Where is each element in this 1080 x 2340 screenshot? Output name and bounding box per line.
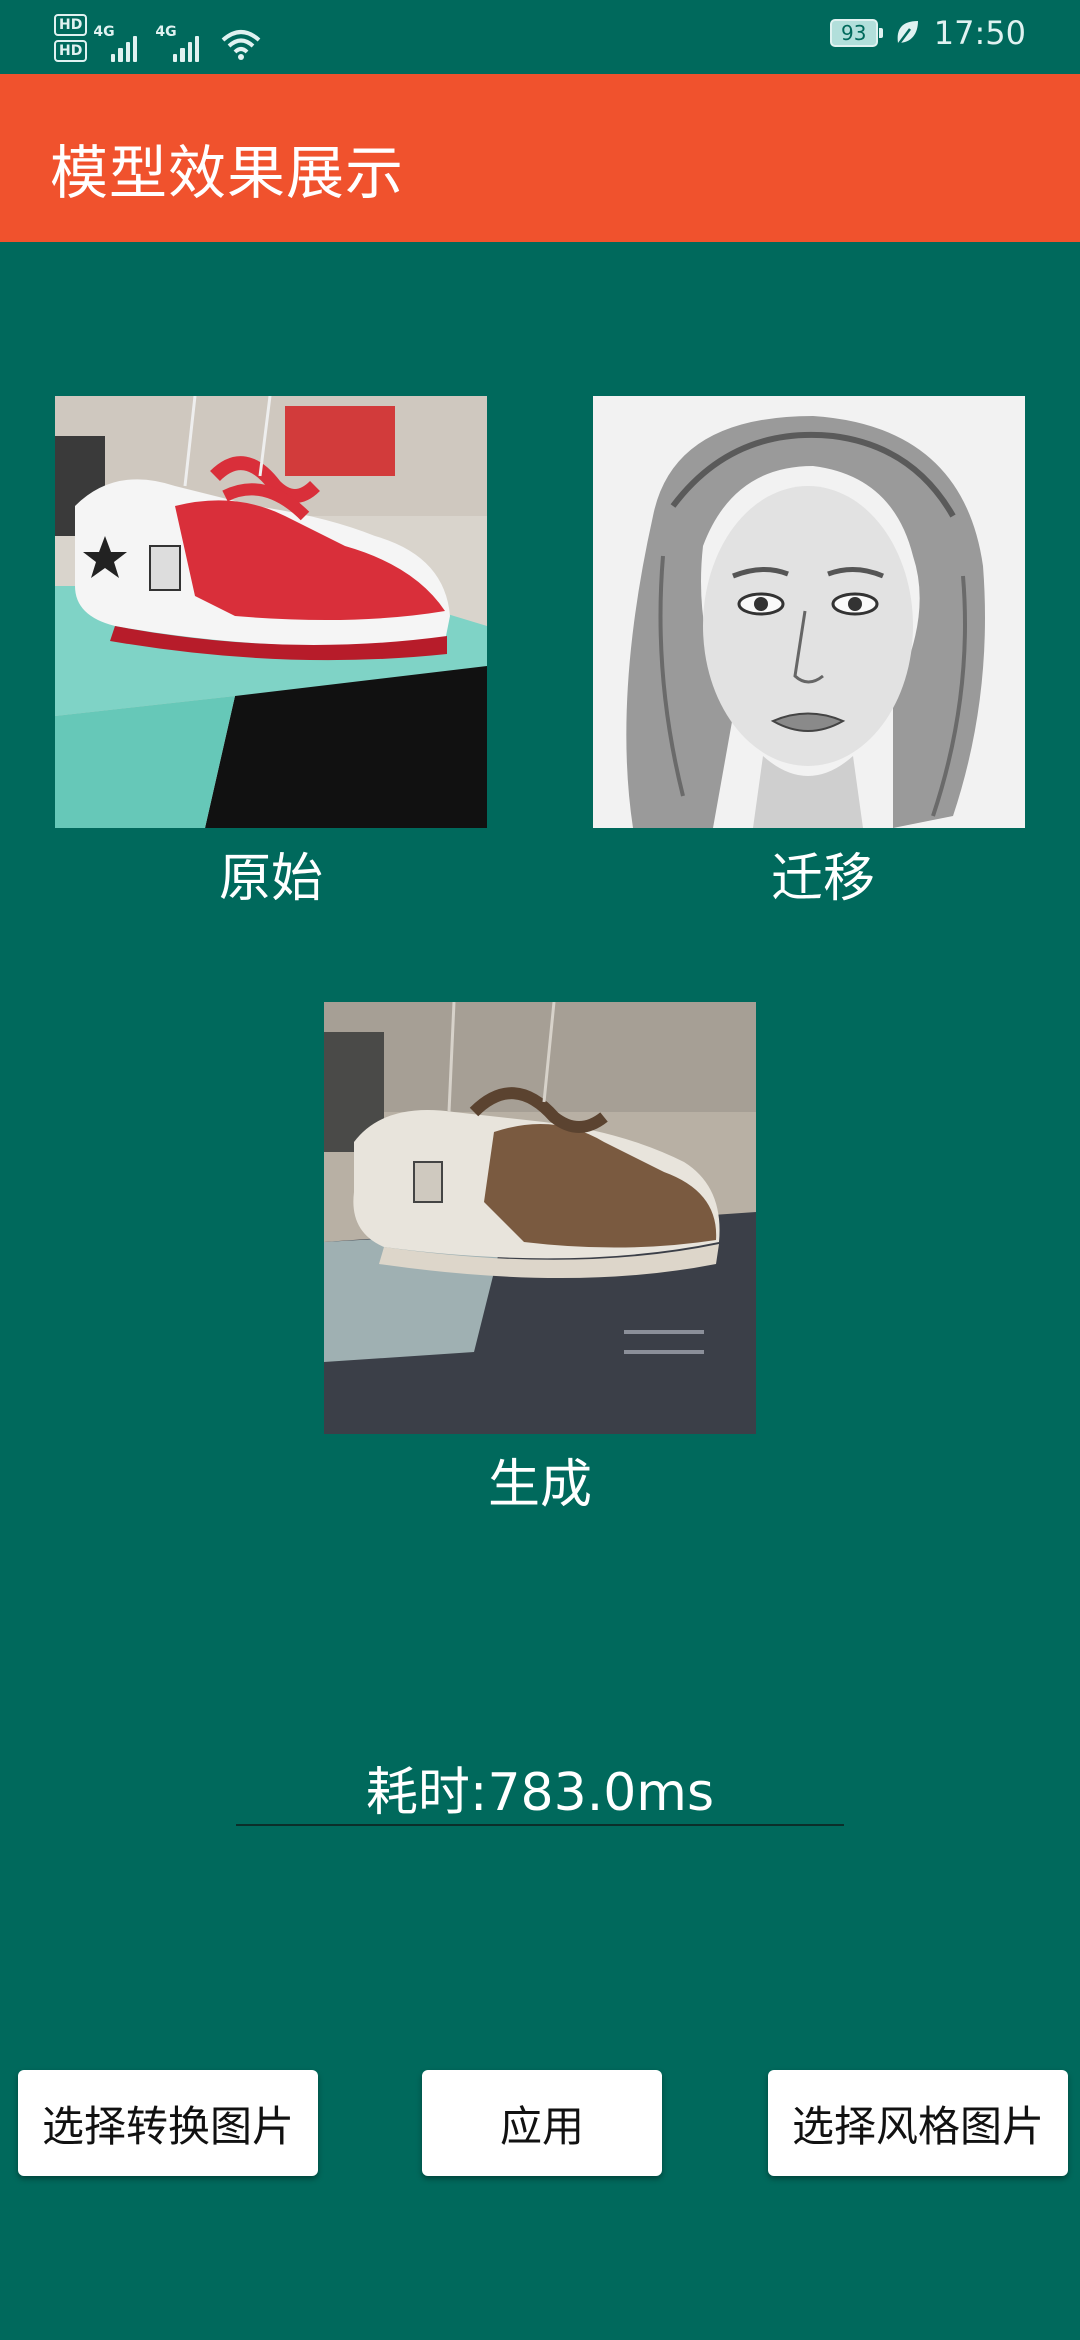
style-label: 迁移 [770, 849, 875, 909]
select-style-image-label: 选择风格图片 [791, 2101, 1044, 2151]
hd-indicators: HD HD [54, 14, 88, 62]
hd-badge: HD [54, 14, 88, 36]
hd-badge: HD [54, 40, 88, 62]
stylized-sneaker [324, 1002, 756, 1434]
page-title: 模型效果展示 [50, 139, 405, 207]
wifi-icon [221, 28, 261, 62]
status-clock: 17:50 [933, 14, 1026, 52]
apply-button[interactable]: 应用 [422, 2070, 662, 2176]
apply-label: 应用 [499, 2101, 584, 2151]
signal-icon: 4G [155, 24, 200, 62]
generated-label: 生成 [487, 1455, 592, 1515]
elapsed-time-text: 耗时:783.0ms [365, 1763, 715, 1823]
battery-level: 93 [841, 21, 867, 45]
leaf-icon [894, 19, 920, 47]
generated-image [324, 1002, 756, 1434]
app-bar: 模型效果展示 [0, 74, 1080, 242]
network-type-label: 4G [155, 24, 177, 40]
original-label: 原始 [218, 849, 323, 909]
select-content-image-label: 选择转换图片 [41, 2101, 294, 2151]
network-type-label: 4G [93, 24, 115, 40]
battery-icon: 93 [829, 19, 883, 47]
sneaker-photo [55, 396, 487, 828]
status-right: 93 17:50 [829, 14, 1026, 52]
select-content-image-button[interactable]: 选择转换图片 [18, 2070, 318, 2176]
portrait-sketch [593, 396, 1025, 828]
elapsed-time-underline [236, 1824, 844, 1826]
select-style-image-button[interactable]: 选择风格图片 [768, 2070, 1068, 2176]
status-bar: HD HD 4G 4G 93 17:50 [0, 0, 1080, 74]
signal-icon: 4G [93, 24, 138, 62]
style-image[interactable] [593, 396, 1025, 828]
status-left: HD HD 4G 4G [54, 14, 261, 62]
original-image[interactable] [55, 396, 487, 828]
